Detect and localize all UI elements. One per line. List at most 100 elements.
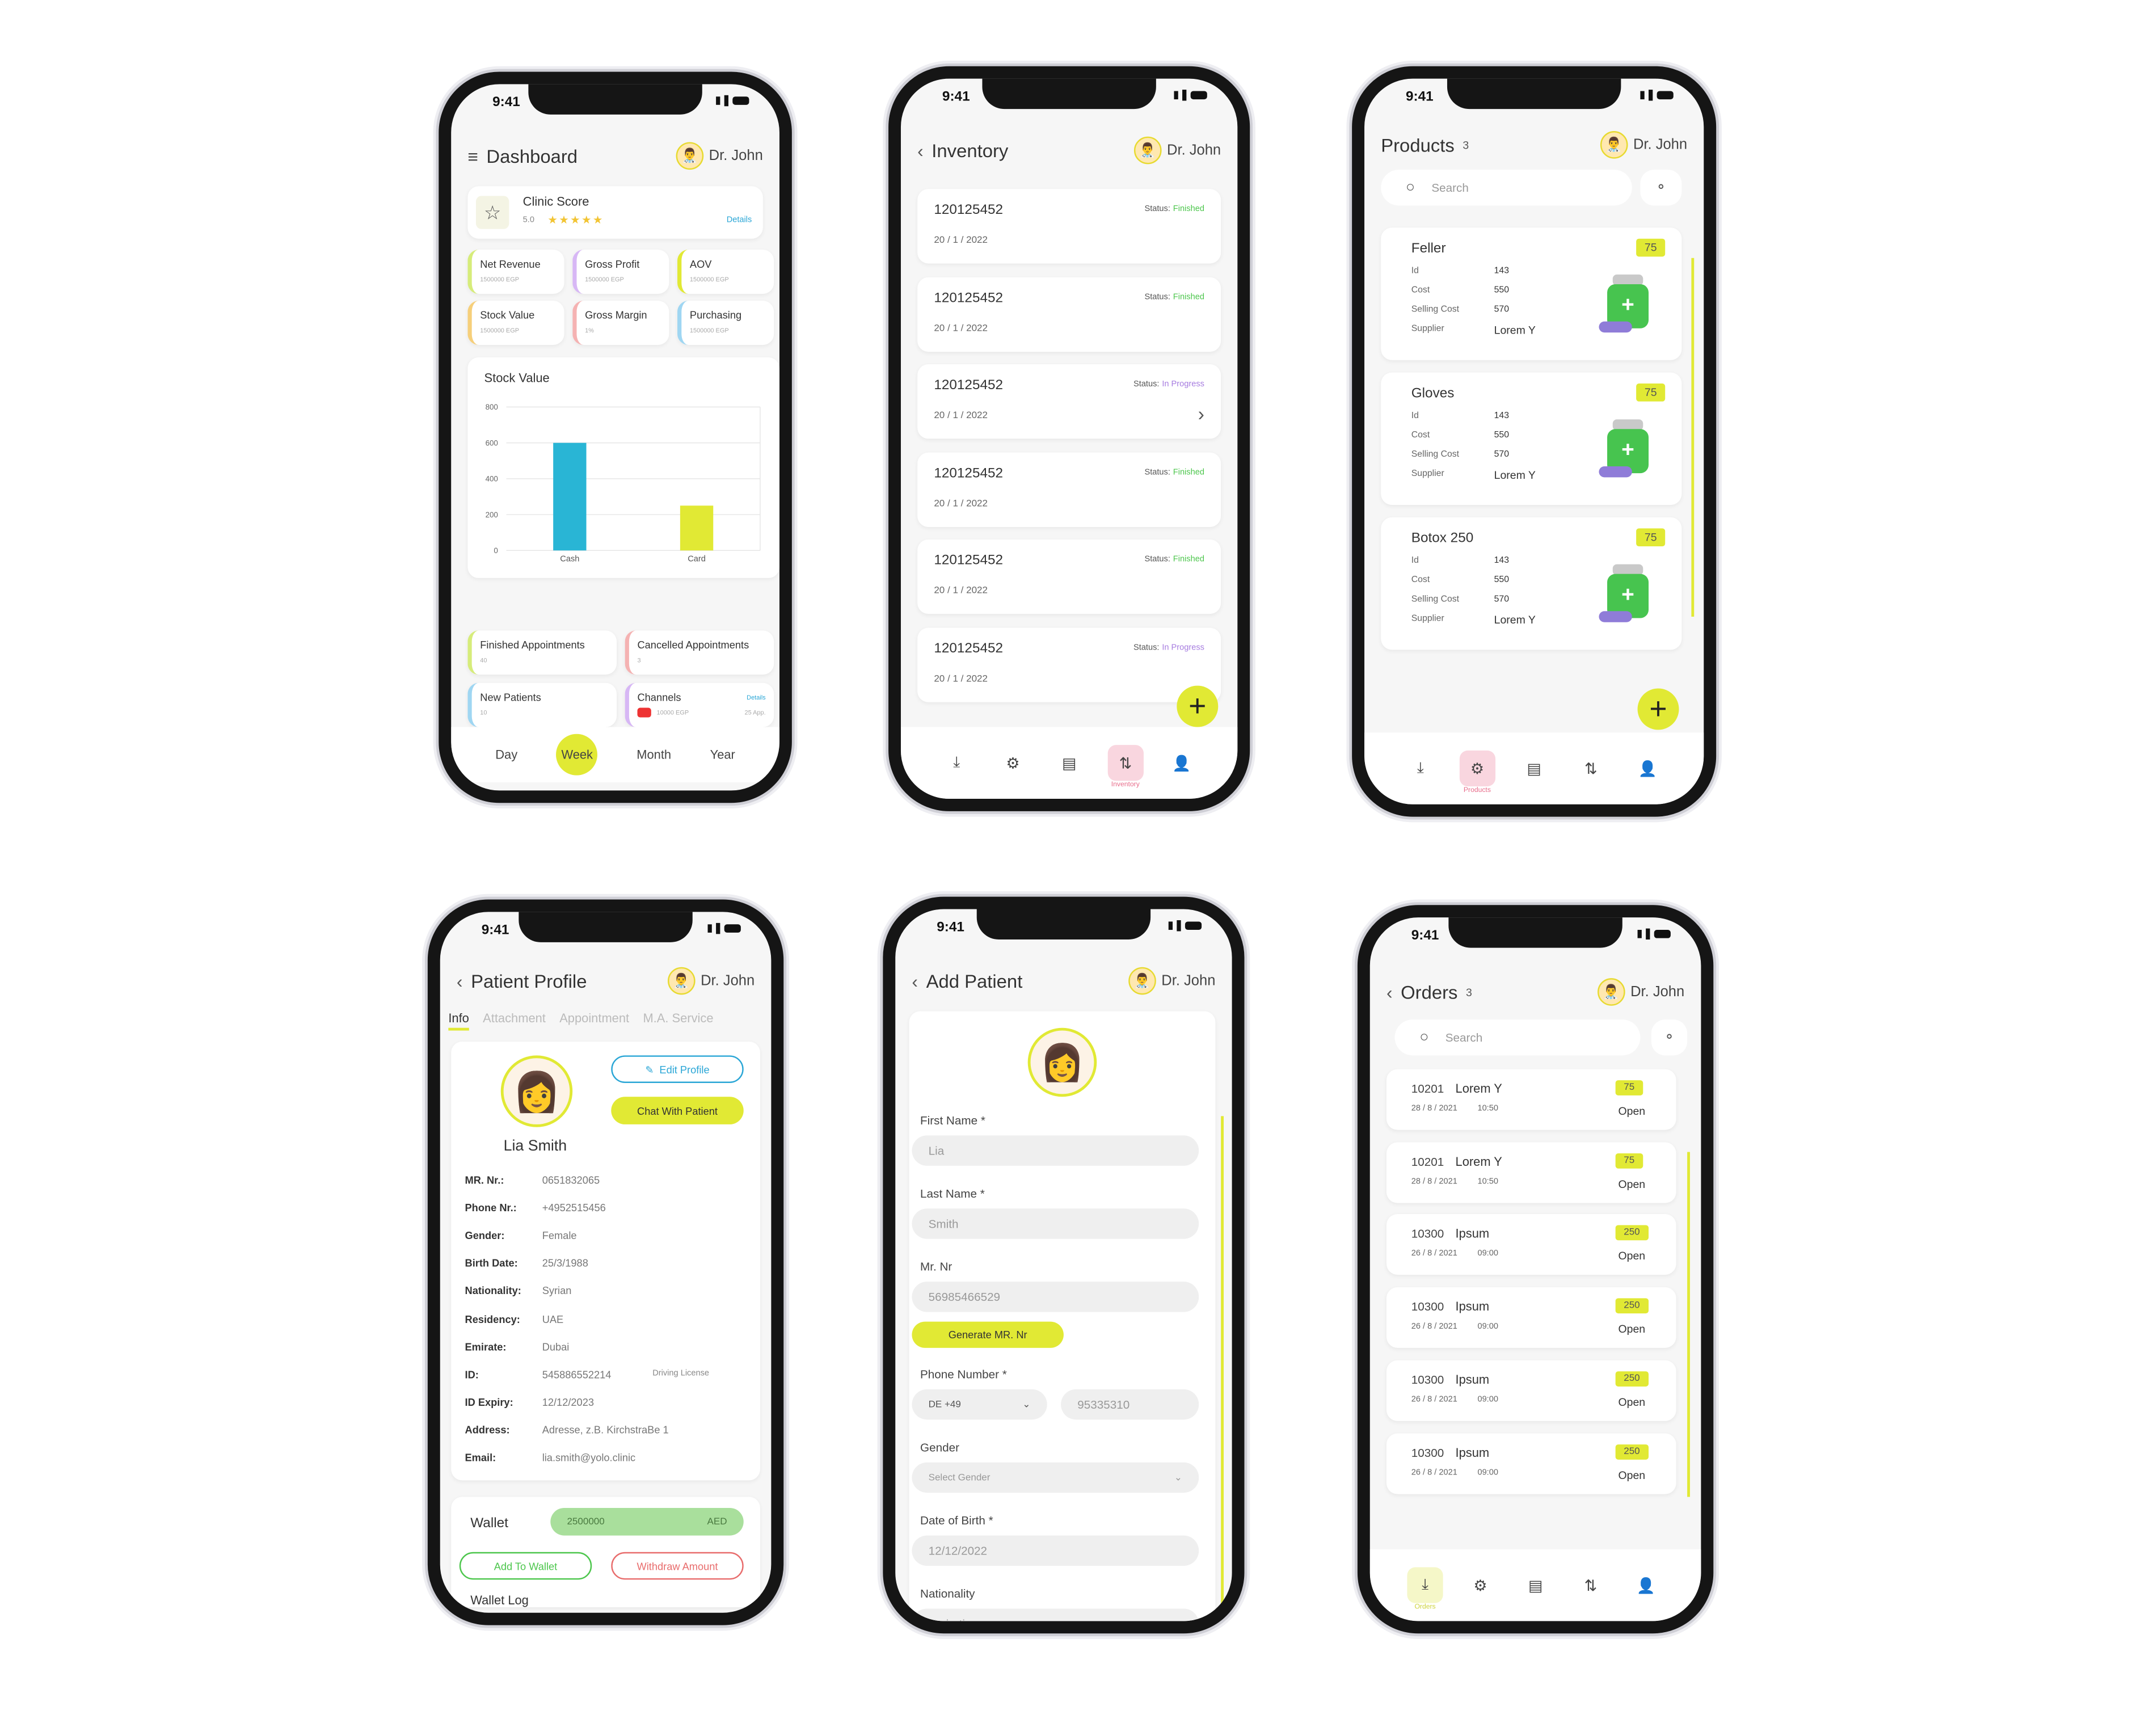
- phone-input[interactable]: 95335310: [1061, 1389, 1199, 1420]
- period-day[interactable]: Day: [495, 748, 517, 761]
- add-fab[interactable]: +: [1177, 685, 1219, 727]
- period-year[interactable]: Year: [710, 748, 735, 761]
- field-value: Adresse, z.B. KirchstraBe 1: [542, 1423, 669, 1436]
- stat-extra: 25 App.: [744, 709, 766, 717]
- tab-info[interactable]: Info: [448, 1012, 469, 1031]
- inventory-row[interactable]: 120125452 20 / 1 / 2022 Status: Finished: [917, 276, 1221, 351]
- phone-code-select[interactable]: DE +49 ⌄: [912, 1389, 1047, 1420]
- dob-input[interactable]: 12/12/2022: [912, 1535, 1199, 1566]
- order-row[interactable]: 10201 Lorem Y 28 / 8 / 2021 10:50 75 Open: [1386, 1069, 1676, 1130]
- add-fab[interactable]: +: [1637, 688, 1679, 730]
- inventory-row[interactable]: 120125452 20 / 1 / 2022 Status: In Progress…: [917, 364, 1221, 439]
- tab-products[interactable]: ⚙: [1463, 1568, 1498, 1603]
- tab-list[interactable]: ▤: [1518, 1568, 1553, 1603]
- stat-value: 10000 EGP: [656, 709, 689, 717]
- order-name: Ipsum: [1455, 1299, 1490, 1314]
- back-chevron-icon[interactable]: ‹: [1386, 981, 1393, 1002]
- bar-cash[interactable]: [553, 443, 587, 551]
- tab-products[interactable]: ⚙: [995, 745, 1031, 781]
- doctor-profile[interactable]: 👨‍⚕️ Dr. John: [1128, 967, 1215, 995]
- status-label: Status:: [1133, 643, 1160, 652]
- tab-profile[interactable]: 👤: [1628, 1568, 1664, 1603]
- metric-card[interactable]: AOV 1500000 EGP: [677, 250, 774, 294]
- order-row[interactable]: 10300 Ipsum 26 / 8 / 2021 09:00 250 Open: [1386, 1214, 1676, 1275]
- metric-card[interactable]: Gross Margin 1%: [572, 301, 669, 345]
- inventory-id: 120125452: [934, 290, 1004, 306]
- withdraw-amount-button[interactable]: Withdraw Amount: [611, 1552, 744, 1580]
- mr-input[interactable]: 56985466529: [912, 1282, 1199, 1312]
- details-link[interactable]: Details: [727, 217, 752, 225]
- tab-m-a-service[interactable]: M.A. Service: [643, 1012, 713, 1031]
- stat-card[interactable]: Finished Appointments 40: [467, 630, 617, 675]
- tab-inventory[interactable]: ⇅: [1573, 1568, 1608, 1603]
- chevron-right-icon: ›: [1198, 403, 1204, 425]
- tab-list[interactable]: ▤: [1051, 745, 1087, 781]
- stat-card[interactable]: New Patients 10: [467, 682, 617, 727]
- order-badge: 75: [1615, 1080, 1643, 1095]
- gender-select[interactable]: Select Gender ⌄: [912, 1462, 1199, 1493]
- doctor-profile[interactable]: 👨‍⚕️ Dr. John: [676, 142, 763, 170]
- patient-photo[interactable]: 👩: [1027, 1027, 1097, 1097]
- tab-appointment[interactable]: Appointment: [559, 1012, 629, 1031]
- nationality-input[interactable]: Emirati: [912, 1608, 1199, 1621]
- metric-card[interactable]: Gross Profit 1500000 EGP: [572, 250, 669, 294]
- tab-products[interactable]: ⚙ Products: [1459, 750, 1495, 795]
- inventory-row[interactable]: 120125452 20 / 1 / 2022 Status: Finished: [917, 189, 1221, 264]
- last-name-input[interactable]: Smith: [912, 1208, 1199, 1239]
- filter-button[interactable]: ⚬: [1651, 1019, 1688, 1056]
- metric-card[interactable]: Stock Value 1500000 EGP: [467, 301, 564, 345]
- order-row[interactable]: 10300 Ipsum 26 / 8 / 2021 09:00 250 Open: [1386, 1287, 1676, 1349]
- inventory-row[interactable]: 120125452 20 / 1 / 2022 Status: In Progress: [917, 627, 1221, 702]
- doctor-profile[interactable]: 👨‍⚕️ Dr. John: [1597, 978, 1684, 1006]
- bar-card[interactable]: [680, 505, 714, 551]
- doctor-profile[interactable]: 👨‍⚕️ Dr. John: [1133, 136, 1221, 165]
- search-input[interactable]: ○ Search: [1381, 170, 1632, 206]
- period-month[interactable]: Month: [637, 748, 671, 761]
- tab-orders[interactable]: ⤓: [939, 745, 975, 781]
- doctor-profile[interactable]: 👨‍⚕️ Dr. John: [667, 967, 755, 995]
- search-placeholder: Search: [1431, 180, 1469, 195]
- tab-orders[interactable]: ⤓ Orders: [1407, 1567, 1443, 1611]
- tab-attachment[interactable]: Attachment: [483, 1012, 546, 1031]
- chat-with-patient-button[interactable]: Chat With Patient: [611, 1097, 744, 1124]
- search-input[interactable]: ○ Search: [1394, 1019, 1641, 1056]
- menu-icon[interactable]: ≡: [467, 146, 478, 166]
- filter-button[interactable]: ⚬: [1640, 170, 1682, 206]
- product-card[interactable]: Botox 250 75 Id 143 Cost 550 Selling Cost 570 Su…: [1381, 517, 1682, 650]
- product-card[interactable]: Feller 75 Id 143 Cost 550 Selling Cost 570 Suppl…: [1381, 227, 1682, 360]
- edit-profile-button[interactable]: ✎ Edit Profile: [611, 1055, 744, 1083]
- first-name-input[interactable]: Lia: [912, 1135, 1199, 1166]
- back-chevron-icon[interactable]: ‹: [912, 971, 918, 991]
- pencil-icon: ✎: [645, 1063, 654, 1076]
- scrollbar[interactable]: [1687, 1152, 1690, 1497]
- doctor-name: Dr. John: [709, 148, 763, 165]
- scrollbar[interactable]: [1691, 258, 1695, 617]
- stat-card[interactable]: Channels 10000 EGP 25 App. Details: [625, 682, 774, 727]
- inventory-row[interactable]: 120125452 20 / 1 / 2022 Status: Finished: [917, 539, 1221, 614]
- tab-profile[interactable]: 👤: [1164, 745, 1199, 781]
- tab-inventory[interactable]: ⇅: [1573, 751, 1609, 786]
- field-value: Syrian: [542, 1284, 572, 1297]
- inventory-id: 120125452: [934, 378, 1004, 394]
- tab-orders[interactable]: ⤓: [1402, 751, 1438, 786]
- add-to-wallet-button[interactable]: Add To Wallet: [459, 1552, 592, 1580]
- product-card[interactable]: Gloves 75 Id 143 Cost 550 Selling Cost 570 Suppl…: [1381, 372, 1682, 505]
- order-count: 3: [1466, 985, 1472, 998]
- doctor-profile[interactable]: 👨‍⚕️ Dr. John: [1600, 131, 1687, 159]
- period-week[interactable]: Week: [556, 734, 598, 776]
- metric-card[interactable]: Net Revenue 1500000 EGP: [467, 250, 564, 294]
- details-link[interactable]: Details: [747, 694, 765, 701]
- tab-inventory[interactable]: ⇅ Inventory: [1107, 745, 1144, 789]
- back-chevron-icon[interactable]: ‹: [917, 140, 924, 161]
- order-row[interactable]: 10300 Ipsum 26 / 8 / 2021 09:00 250 Open: [1386, 1432, 1676, 1494]
- generate-mr-button[interactable]: Generate MR. Nr: [912, 1321, 1064, 1348]
- stat-card[interactable]: Cancelled Appointments 3: [625, 630, 774, 675]
- order-row[interactable]: 10300 Ipsum 26 / 8 / 2021 09:00 250 Open: [1386, 1360, 1676, 1421]
- metric-card[interactable]: Purchasing 1500000 EGP: [677, 301, 774, 345]
- tab-profile[interactable]: 👤: [1630, 751, 1666, 786]
- order-row[interactable]: 10201 Lorem Y 28 / 8 / 2021 10:50 75 Open: [1386, 1141, 1676, 1203]
- inventory-row[interactable]: 120125452 20 / 1 / 2022 Status: Finished: [917, 452, 1221, 526]
- scrollbar[interactable]: [1221, 1116, 1224, 1613]
- back-chevron-icon[interactable]: ‹: [457, 971, 463, 991]
- tab-list[interactable]: ▤: [1516, 751, 1552, 786]
